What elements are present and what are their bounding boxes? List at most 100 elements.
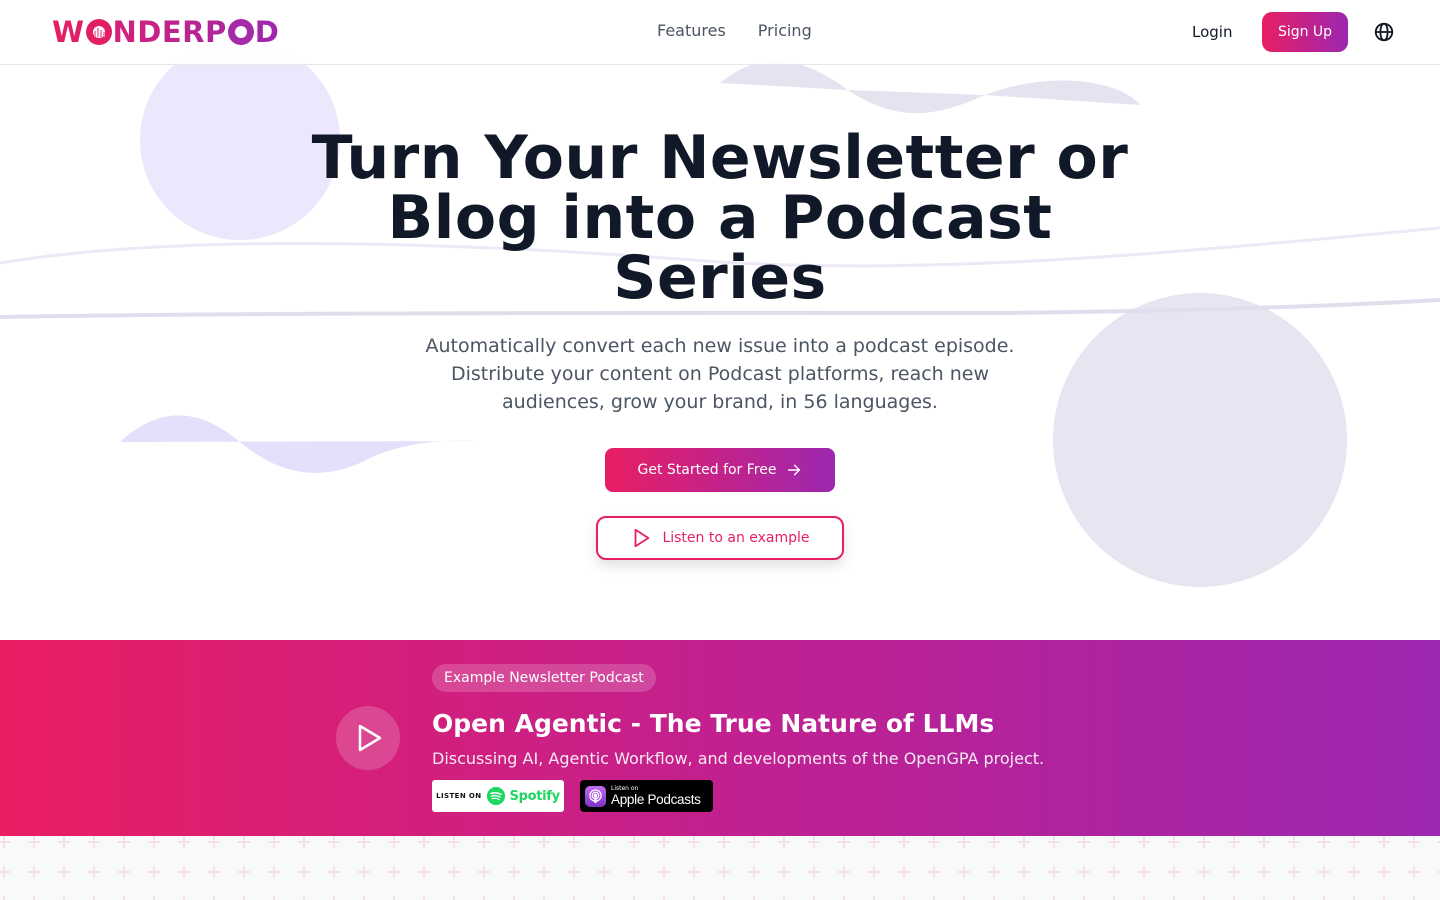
- pattern-plus-icon: [268, 896, 280, 900]
- pattern-plus-icon: [898, 836, 910, 848]
- signup-button[interactable]: Sign Up: [1262, 12, 1348, 52]
- pattern-plus-icon: [598, 896, 610, 900]
- pattern-plus-icon: [28, 866, 40, 878]
- pattern-plus-icon: [178, 896, 190, 900]
- pattern-plus-icon: [568, 896, 580, 900]
- pattern-plus-icon: [1138, 866, 1150, 878]
- episode-title: Open Agentic - The True Nature of LLMs: [432, 709, 995, 738]
- pattern-plus-icon: [838, 896, 850, 900]
- pattern-plus-icon: [118, 836, 130, 848]
- logo-text-d: D: [254, 15, 280, 49]
- pattern-plus-icon: [1288, 896, 1300, 900]
- get-started-label: Get Started for Free: [637, 462, 777, 478]
- pattern-plus-icon: [748, 836, 760, 848]
- pattern-plus-icon: [1168, 866, 1180, 878]
- pattern-plus-icon: [328, 866, 340, 878]
- pattern-plus-icon: [118, 866, 130, 878]
- pattern-plus-icon: [178, 836, 190, 848]
- pattern-plus-icon: [448, 836, 460, 848]
- pattern-plus-icon: [628, 896, 640, 900]
- pattern-plus-icon: [1258, 896, 1270, 900]
- logo-text-w: W: [52, 15, 85, 49]
- pattern-plus-icon: [538, 866, 550, 878]
- nav-pricing[interactable]: Pricing: [758, 20, 812, 42]
- pattern-plus-icon: [388, 896, 400, 900]
- pattern-plus-icon: [1348, 866, 1360, 878]
- pattern-plus-icon: [1348, 896, 1360, 900]
- pattern-plus-icon: [298, 836, 310, 848]
- pattern-plus-icon: [868, 866, 880, 878]
- apple-name: Apple Podcasts: [611, 791, 701, 807]
- hero-subheadline-line-1: Automatically convert each new issue int…: [425, 335, 1015, 357]
- pattern-plus-icon: [808, 896, 820, 900]
- pattern-plus-icon: [208, 896, 220, 900]
- pattern-plus-icon: [1048, 836, 1060, 848]
- pattern-plus-icon: [1198, 836, 1210, 848]
- pattern-plus-icon: [1318, 836, 1330, 848]
- pattern-plus-icon: [898, 866, 910, 878]
- hero-subheadline-line-3: audiences, grow your brand, in 56 langua…: [502, 391, 938, 413]
- listen-on-apple-podcasts-badge[interactable]: Listen on Apple Podcasts: [580, 780, 713, 812]
- pattern-plus-icon: [448, 866, 460, 878]
- pattern-plus-icon: [88, 836, 100, 848]
- pattern-plus-icon: [958, 866, 970, 878]
- pattern-plus-icon: [1258, 836, 1270, 848]
- pattern-plus-icon: [658, 896, 670, 900]
- pattern-plus-icon: [838, 866, 850, 878]
- pattern-plus-icon: [1198, 896, 1210, 900]
- pattern-plus-icon: [328, 836, 340, 848]
- pattern-plus-icon: [808, 836, 820, 848]
- pattern-plus-icon: [388, 836, 400, 848]
- plus-pattern-section: [0, 836, 1440, 900]
- arrow-right-icon: [788, 464, 801, 476]
- pattern-plus-icon: [328, 896, 340, 900]
- pattern-plus-icon: [1168, 896, 1180, 900]
- listen-example-button[interactable]: Listen to an example: [596, 516, 844, 560]
- pattern-plus-icon: [478, 866, 490, 878]
- pattern-plus-icon: [58, 896, 70, 900]
- globe-icon[interactable]: [1373, 21, 1395, 43]
- pattern-plus-icon: [718, 866, 730, 878]
- pattern-plus-icon: [538, 896, 550, 900]
- brand-logo[interactable]: W NDERP D: [52, 14, 279, 50]
- listen-on-spotify-badge[interactable]: LISTEN ON Spotify: [432, 780, 564, 812]
- pattern-plus-icon: [1318, 866, 1330, 878]
- pattern-plus-icon: [118, 896, 130, 900]
- nav-features[interactable]: Features: [657, 20, 726, 42]
- pattern-plus-icon: [208, 836, 220, 848]
- pattern-plus-icon: [448, 896, 460, 900]
- spotify-icon: [486, 787, 505, 805]
- pattern-plus-icon: [568, 836, 580, 848]
- main-nav: Features Pricing: [657, 20, 812, 42]
- pattern-plus-icon: [148, 866, 160, 878]
- pattern-plus-icon: [1288, 866, 1300, 878]
- pattern-plus-icon: [628, 866, 640, 878]
- pattern-plus-icon: [88, 896, 100, 900]
- get-started-button[interactable]: Get Started for Free: [605, 448, 835, 492]
- pattern-plus-icon: [928, 866, 940, 878]
- pattern-plus-icon: [748, 896, 760, 900]
- pattern-plus-icon: [688, 896, 700, 900]
- pattern-plus-icon: [88, 866, 100, 878]
- pattern-plus-icon: [1168, 836, 1180, 848]
- top-navigation-bar: W NDERP D Features Pricing Login Sign Up: [0, 0, 1440, 65]
- pattern-plus-icon: [58, 836, 70, 848]
- pattern-plus-icon: [418, 836, 430, 848]
- pattern-plus-icon: [718, 836, 730, 848]
- play-icon: [358, 724, 382, 752]
- spotify-prefix: LISTEN ON: [436, 792, 482, 800]
- pattern-plus-icon: [748, 866, 760, 878]
- login-link[interactable]: Login: [1192, 22, 1232, 42]
- pattern-plus-icon: [1078, 836, 1090, 848]
- logo-broadcast-icon: [227, 19, 254, 45]
- pattern-plus-icon: [1348, 836, 1360, 848]
- hero-headline-line-2: Blog into a Podcast: [387, 183, 1053, 253]
- pattern-plus-icon: [478, 836, 490, 848]
- pattern-plus-icon: [1378, 866, 1390, 878]
- pattern-plus-icon: [1228, 866, 1240, 878]
- pattern-plus-icon: [1138, 896, 1150, 900]
- pattern-plus-icon: [0, 866, 10, 878]
- podcast-play-button[interactable]: [336, 706, 400, 770]
- decor-circle-right: [1053, 293, 1347, 587]
- hero-headline-line-1: Turn Your Newsletter or: [311, 123, 1129, 193]
